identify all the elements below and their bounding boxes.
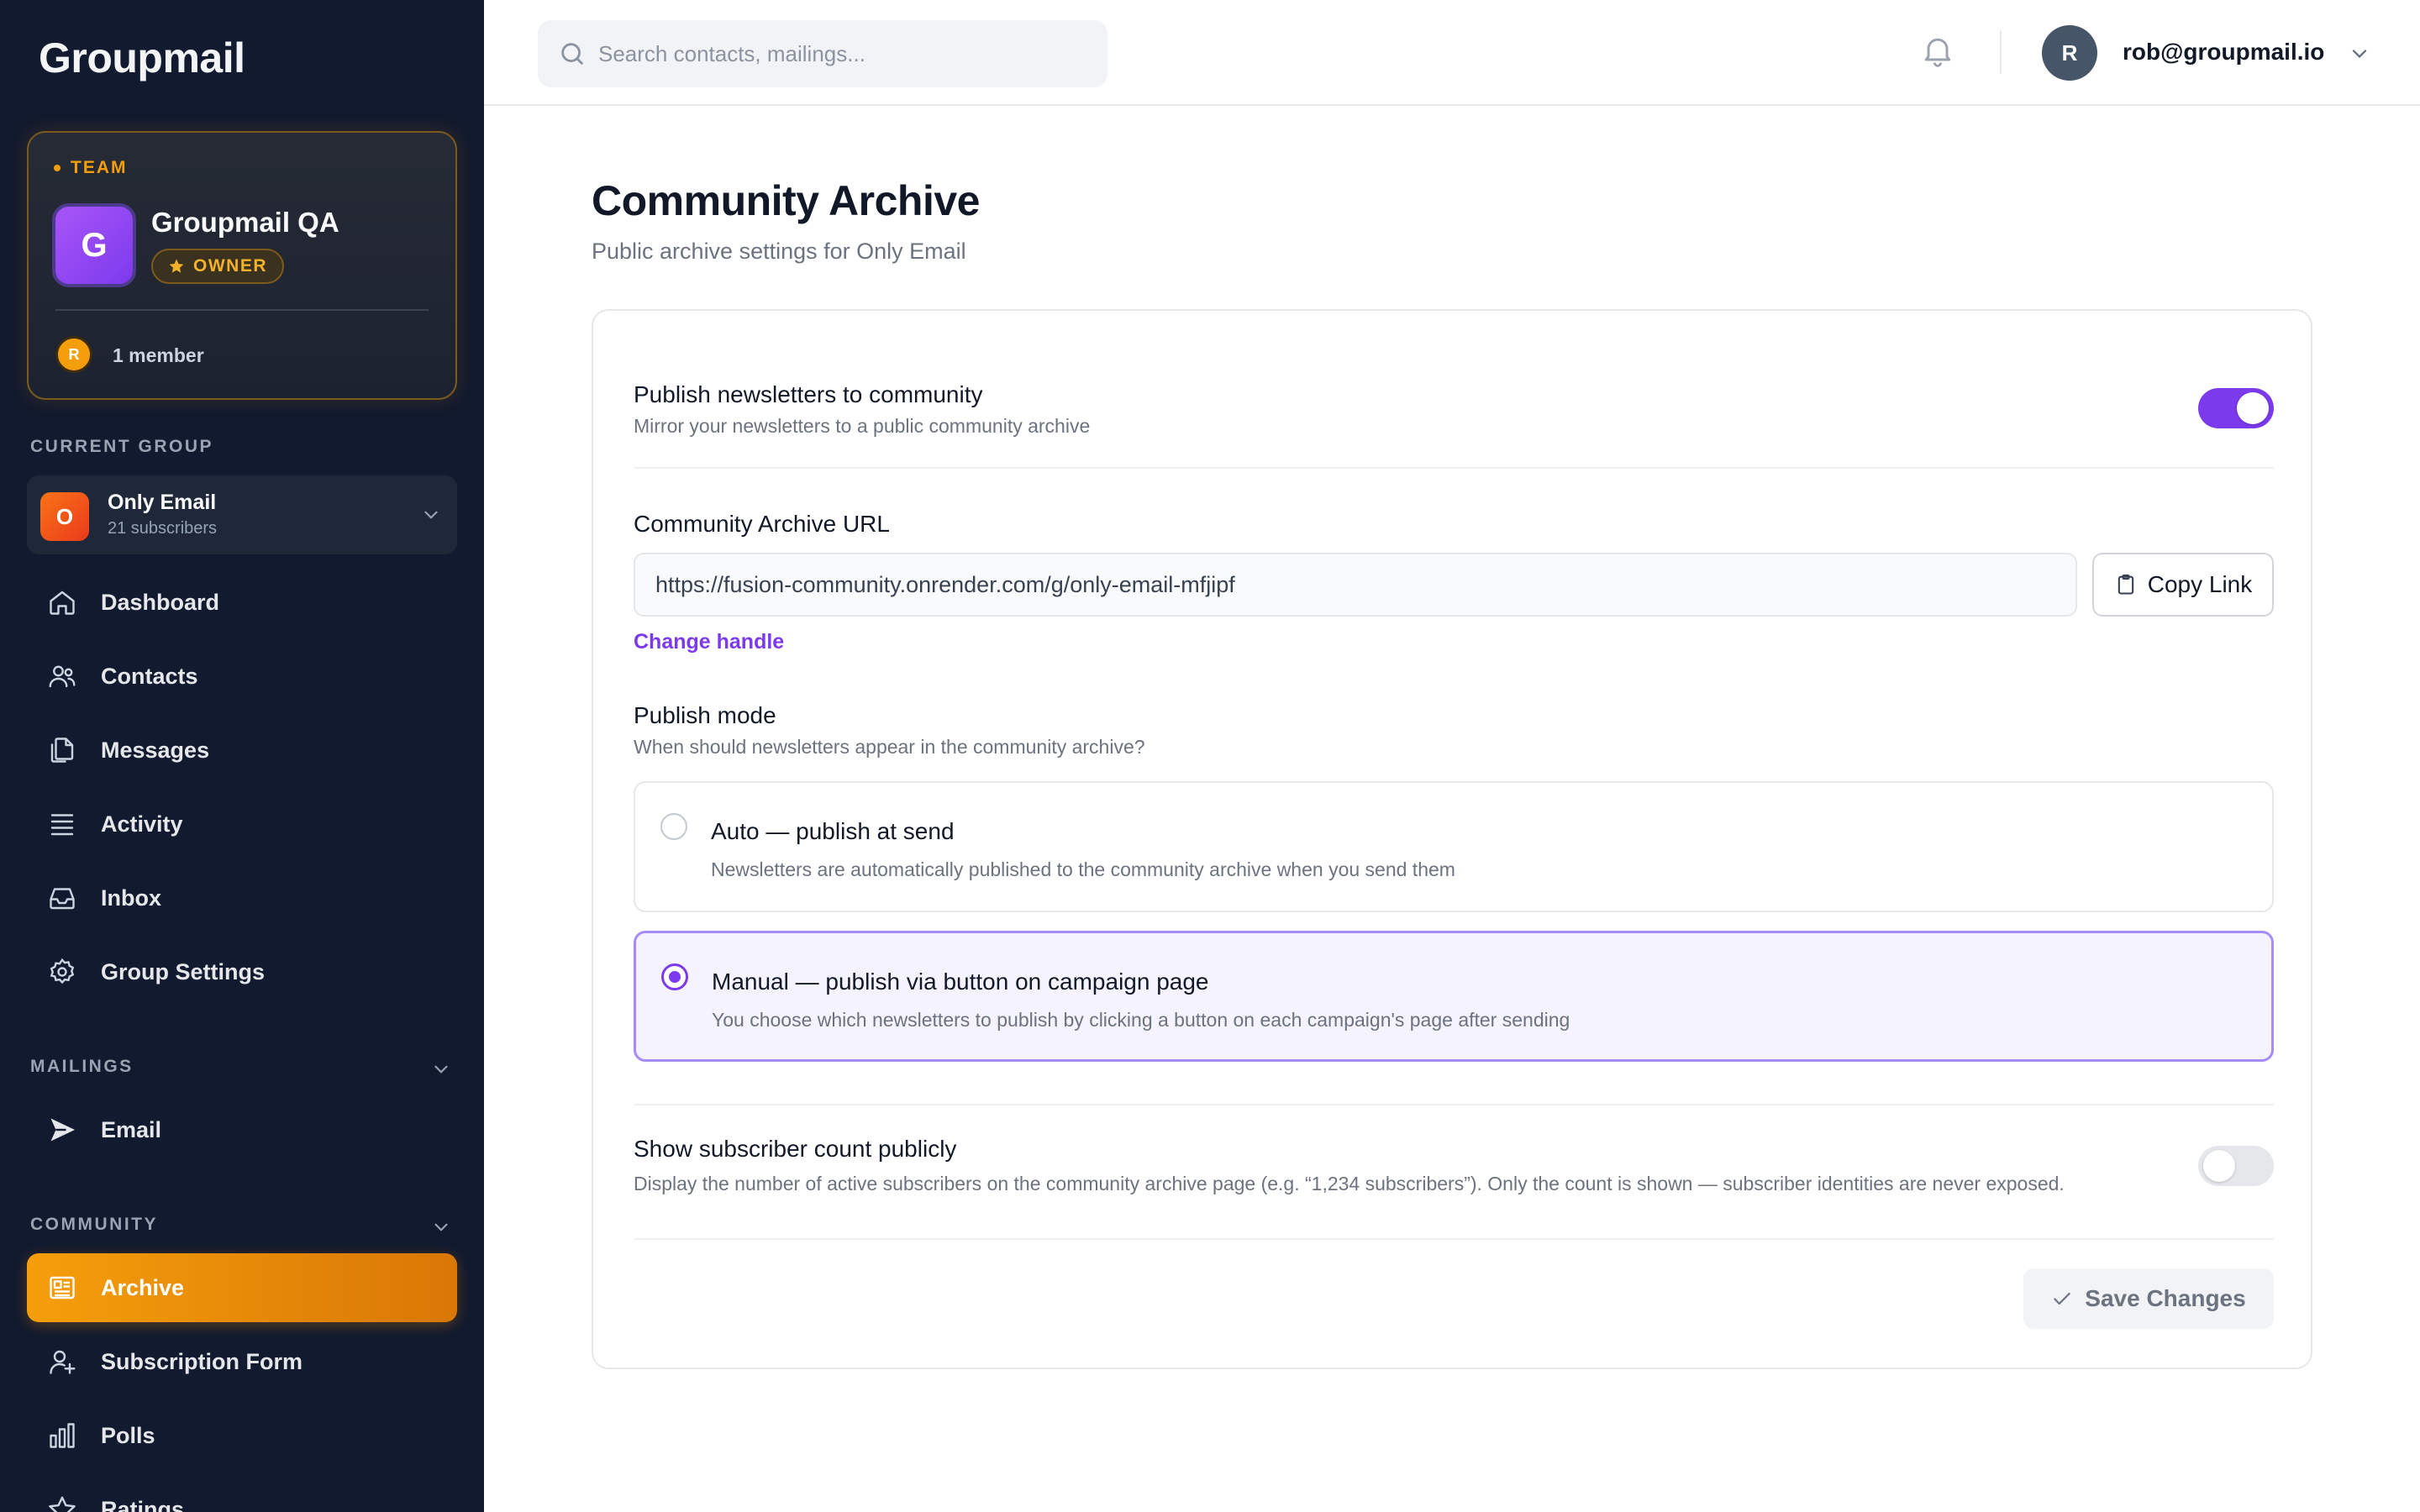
mode-option-title: Manual — publish via button on campaign …	[712, 969, 1209, 995]
divider	[634, 467, 2274, 469]
mode-option-auto[interactable]: Auto — publish at send Newsletters are a…	[634, 781, 2274, 912]
search-box[interactable]	[538, 20, 1107, 87]
nav-dashboard[interactable]: Dashboard	[27, 568, 457, 637]
bell-icon[interactable]	[1919, 32, 1956, 69]
community-chevron-down-icon[interactable]	[430, 1216, 452, 1238]
subscriber-count-toggle[interactable]	[2198, 1146, 2274, 1186]
team-tag-label: TEAM	[71, 158, 128, 177]
toggle-knob	[2237, 392, 2269, 424]
user-menu-chevron-down-icon[interactable]	[2348, 42, 2371, 66]
divider	[634, 1238, 2274, 1240]
user-plus-icon	[45, 1345, 79, 1378]
mode-option-desc: Newsletters are automatically published …	[711, 858, 1455, 880]
nav-messages[interactable]: Messages	[27, 716, 457, 785]
publish-title: Publish newsletters to community	[634, 381, 983, 407]
toggle-knob	[2203, 1150, 2235, 1182]
publish-mode-title: Publish mode	[634, 702, 776, 728]
nav-contacts[interactable]: Contacts	[27, 642, 457, 711]
nav-ratings-label: Ratings	[101, 1496, 185, 1512]
group-name: Only Email	[108, 491, 217, 514]
star-outline-icon	[45, 1493, 79, 1512]
save-changes-label: Save Changes	[2085, 1285, 2246, 1311]
nav-group-settings[interactable]: Group Settings	[27, 937, 457, 1006]
user-email[interactable]: rob@groupmail.io	[2123, 39, 2324, 66]
publish-mode-desc: When should newsletters appear in the co…	[634, 736, 1145, 758]
copy-link-button[interactable]: Copy Link	[2092, 553, 2274, 617]
mode-option-desc: You choose which newsletters to publish …	[712, 1009, 1570, 1031]
publish-desc: Mirror your newsletters to a public comm…	[634, 415, 1091, 437]
team-tag: TEAM	[54, 158, 128, 178]
archive-url-field[interactable]	[634, 553, 2077, 617]
sidebar: Groupmail TEAM G Groupmail QA OWNER R 1 …	[0, 0, 484, 1512]
gear-icon	[45, 955, 79, 989]
nav-subscription-form-label: Subscription Form	[101, 1348, 303, 1374]
nav-inbox[interactable]: Inbox	[27, 864, 457, 932]
nav-archive-label: Archive	[101, 1274, 185, 1300]
nav-contacts-label: Contacts	[101, 663, 198, 689]
page-subtitle: Public archive settings for Only Email	[592, 239, 966, 264]
team-name: Groupmail QA	[151, 207, 339, 238]
nav-polls[interactable]: Polls	[27, 1401, 457, 1470]
mailings-chevron-down-icon[interactable]	[430, 1058, 452, 1080]
nav-messages-label: Messages	[101, 737, 210, 763]
group-subscribers: 21 subscribers	[108, 519, 218, 538]
chevron-down-icon	[424, 511, 438, 519]
owner-badge: OWNER	[151, 249, 284, 284]
team-dot-icon	[54, 165, 60, 171]
subscriber-count-desc: Display the number of active subscribers…	[634, 1173, 2065, 1194]
newspaper-icon	[45, 1271, 79, 1305]
change-handle-link[interactable]: Change handle	[634, 630, 784, 654]
group-selector[interactable]: O Only Email 21 subscribers	[27, 475, 457, 554]
search-icon	[561, 43, 583, 65]
radio-auto[interactable]	[660, 813, 687, 840]
nav-subscription-form[interactable]: Subscription Form	[27, 1327, 457, 1396]
star-icon	[169, 259, 184, 273]
nav-polls-label: Polls	[101, 1422, 155, 1448]
team-card[interactable]: TEAM G Groupmail QA OWNER R 1 member	[27, 131, 457, 400]
search-input[interactable]	[598, 40, 1069, 67]
divider	[634, 1104, 2274, 1105]
users-icon	[45, 659, 79, 693]
user-avatar[interactable]: R	[2042, 25, 2097, 81]
page-title: Community Archive	[592, 177, 980, 224]
member-avatar: R	[55, 336, 92, 373]
bar-chart-icon	[45, 1419, 79, 1452]
nav-email[interactable]: Email	[27, 1095, 457, 1164]
list-icon	[45, 807, 79, 841]
save-changes-button[interactable]: Save Changes	[2023, 1268, 2274, 1329]
mode-option-title: Auto — publish at send	[711, 818, 955, 844]
topbar-divider	[2000, 30, 2002, 74]
check-icon	[2054, 1292, 2071, 1305]
send-icon	[45, 1113, 79, 1147]
team-avatar: G	[52, 203, 136, 287]
community-section-label: COMMUNITY	[30, 1215, 158, 1234]
nav-activity[interactable]: Activity	[27, 790, 457, 858]
current-group-label: CURRENT GROUP	[30, 437, 214, 456]
mode-option-manual[interactable]: Manual — publish via button on campaign …	[634, 931, 2274, 1062]
nav-group-settings-label: Group Settings	[101, 958, 265, 984]
home-icon	[45, 585, 79, 619]
clipboard-icon	[2118, 574, 2133, 595]
app-logo[interactable]: Groupmail	[39, 34, 245, 82]
radio-manual[interactable]	[661, 963, 688, 990]
copy-link-label: Copy Link	[2147, 571, 2253, 597]
nav-ratings[interactable]: Ratings	[27, 1475, 457, 1512]
nav-email-label: Email	[101, 1116, 162, 1142]
publish-toggle[interactable]	[2198, 388, 2274, 428]
mailings-section-label: MAILINGS	[30, 1057, 134, 1076]
nav-dashboard-label: Dashboard	[101, 589, 220, 615]
group-avatar: O	[40, 492, 89, 541]
url-label: Community Archive URL	[634, 511, 890, 537]
inbox-icon	[45, 881, 79, 915]
subscriber-count-title: Show subscriber count publicly	[634, 1136, 957, 1162]
archive-settings-card: Publish newsletters to community Mirror …	[592, 309, 2312, 1369]
documents-icon	[45, 733, 79, 767]
top-bar: R rob@groupmail.io	[484, 0, 2420, 106]
member-count: 1 member	[113, 344, 204, 366]
nav-inbox-label: Inbox	[101, 885, 161, 911]
team-divider	[55, 309, 429, 311]
nav-activity-label: Activity	[101, 811, 183, 837]
owner-badge-label: OWNER	[193, 256, 267, 276]
nav-archive[interactable]: Archive	[27, 1253, 457, 1322]
